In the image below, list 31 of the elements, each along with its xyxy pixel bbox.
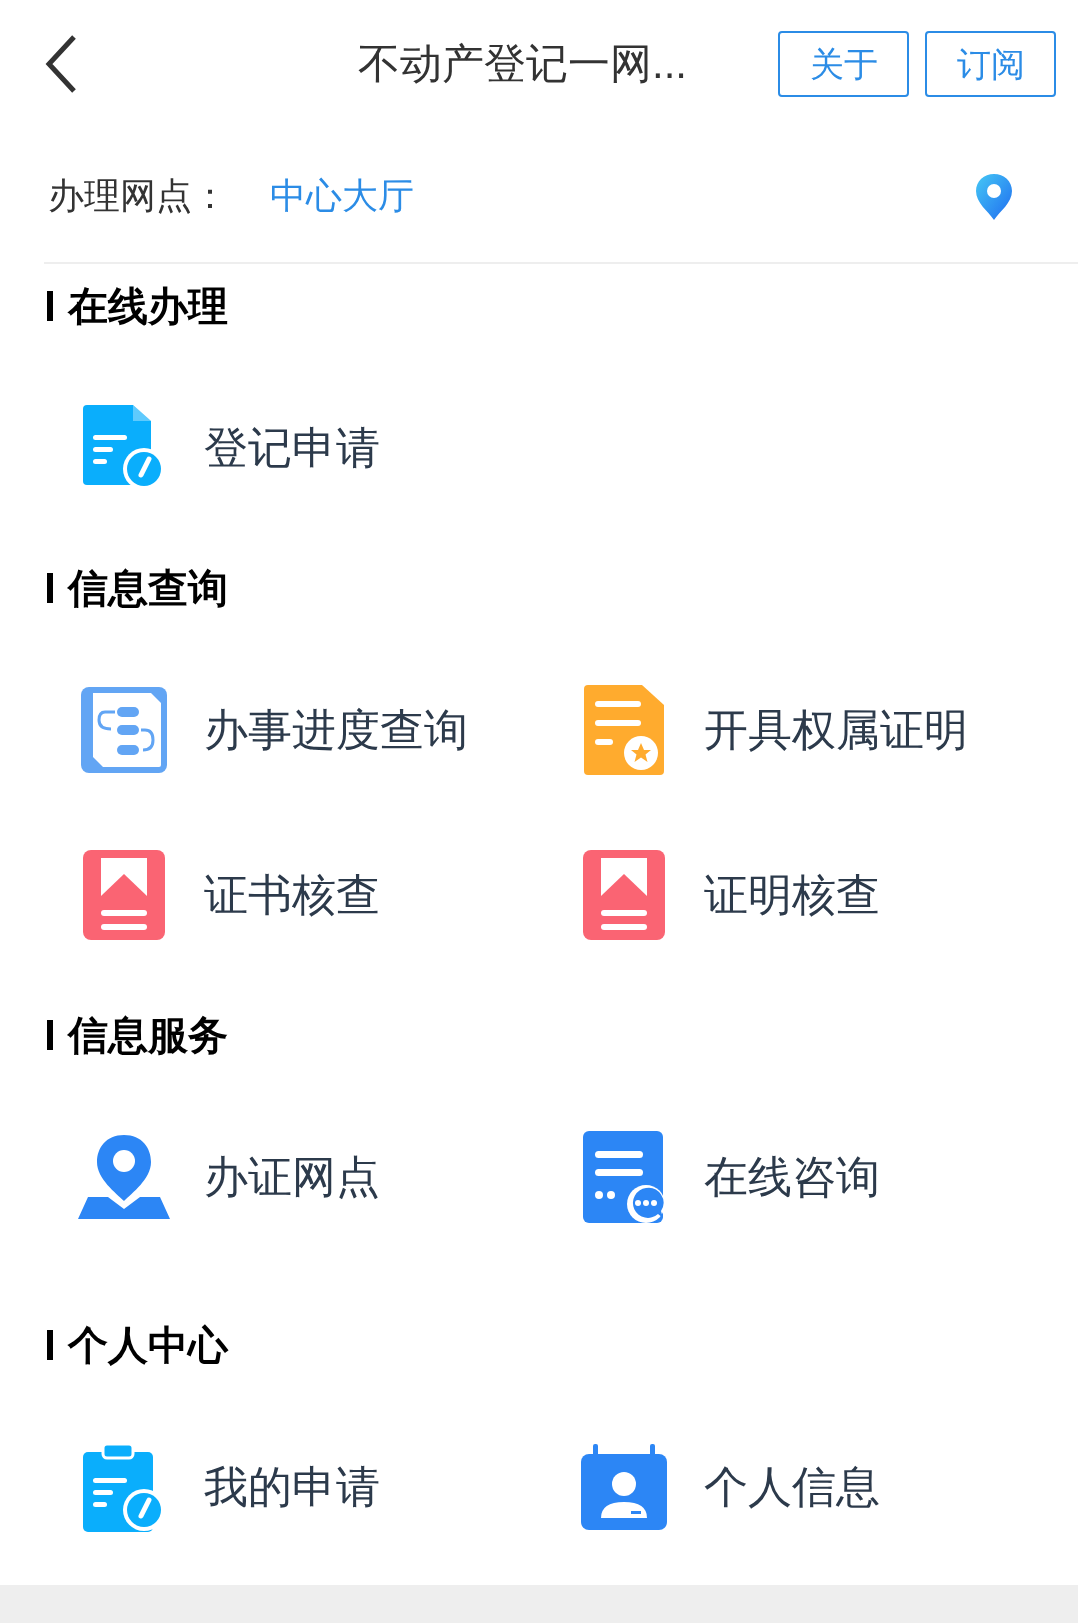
menu-item-label[interactable]: 办事进度查询 (204, 696, 468, 763)
menu-item-label[interactable]: 登记申请 (204, 414, 380, 481)
flowchart-icon (81, 686, 167, 773)
back-icon[interactable] (44, 34, 78, 94)
image-document-icon (83, 849, 165, 940)
menu-item-label[interactable]: 我的申请 (204, 1453, 380, 1520)
site-value[interactable]: 中心大厅 (270, 169, 414, 223)
menu-item-label[interactable]: 证明核查 (704, 861, 880, 928)
section-marker (47, 291, 53, 321)
header-button[interactable]: 订阅 (925, 31, 1056, 97)
document-chat-icon (583, 1130, 665, 1223)
menu-item-label[interactable]: 开具权属证明 (704, 696, 968, 763)
map-pin-icon (78, 1134, 170, 1219)
section-title: 在线办理 (68, 283, 228, 330)
contact-card-icon (581, 1443, 667, 1530)
section-marker (47, 573, 53, 603)
page-title: 不动产登记一网... (358, 39, 687, 89)
header-button[interactable]: 关于 (778, 31, 909, 97)
location-pin-icon[interactable] (976, 174, 1012, 220)
section-title: 信息查询 (68, 565, 228, 612)
image-document-icon (583, 849, 665, 940)
menu-item-label[interactable]: 证书核查 (204, 861, 380, 928)
menu-item-label[interactable]: 办证网点 (204, 1143, 380, 1210)
menu-item-label[interactable]: 个人信息 (704, 1453, 880, 1520)
section-title: 信息服务 (68, 1012, 228, 1059)
menu-item-label[interactable]: 在线咨询 (704, 1143, 880, 1210)
section-marker (47, 1020, 53, 1050)
certificate-star-icon (584, 684, 664, 775)
section-marker (47, 1330, 53, 1360)
section-title: 个人中心 (68, 1322, 228, 1369)
site-label: 办理网点： (48, 174, 229, 218)
